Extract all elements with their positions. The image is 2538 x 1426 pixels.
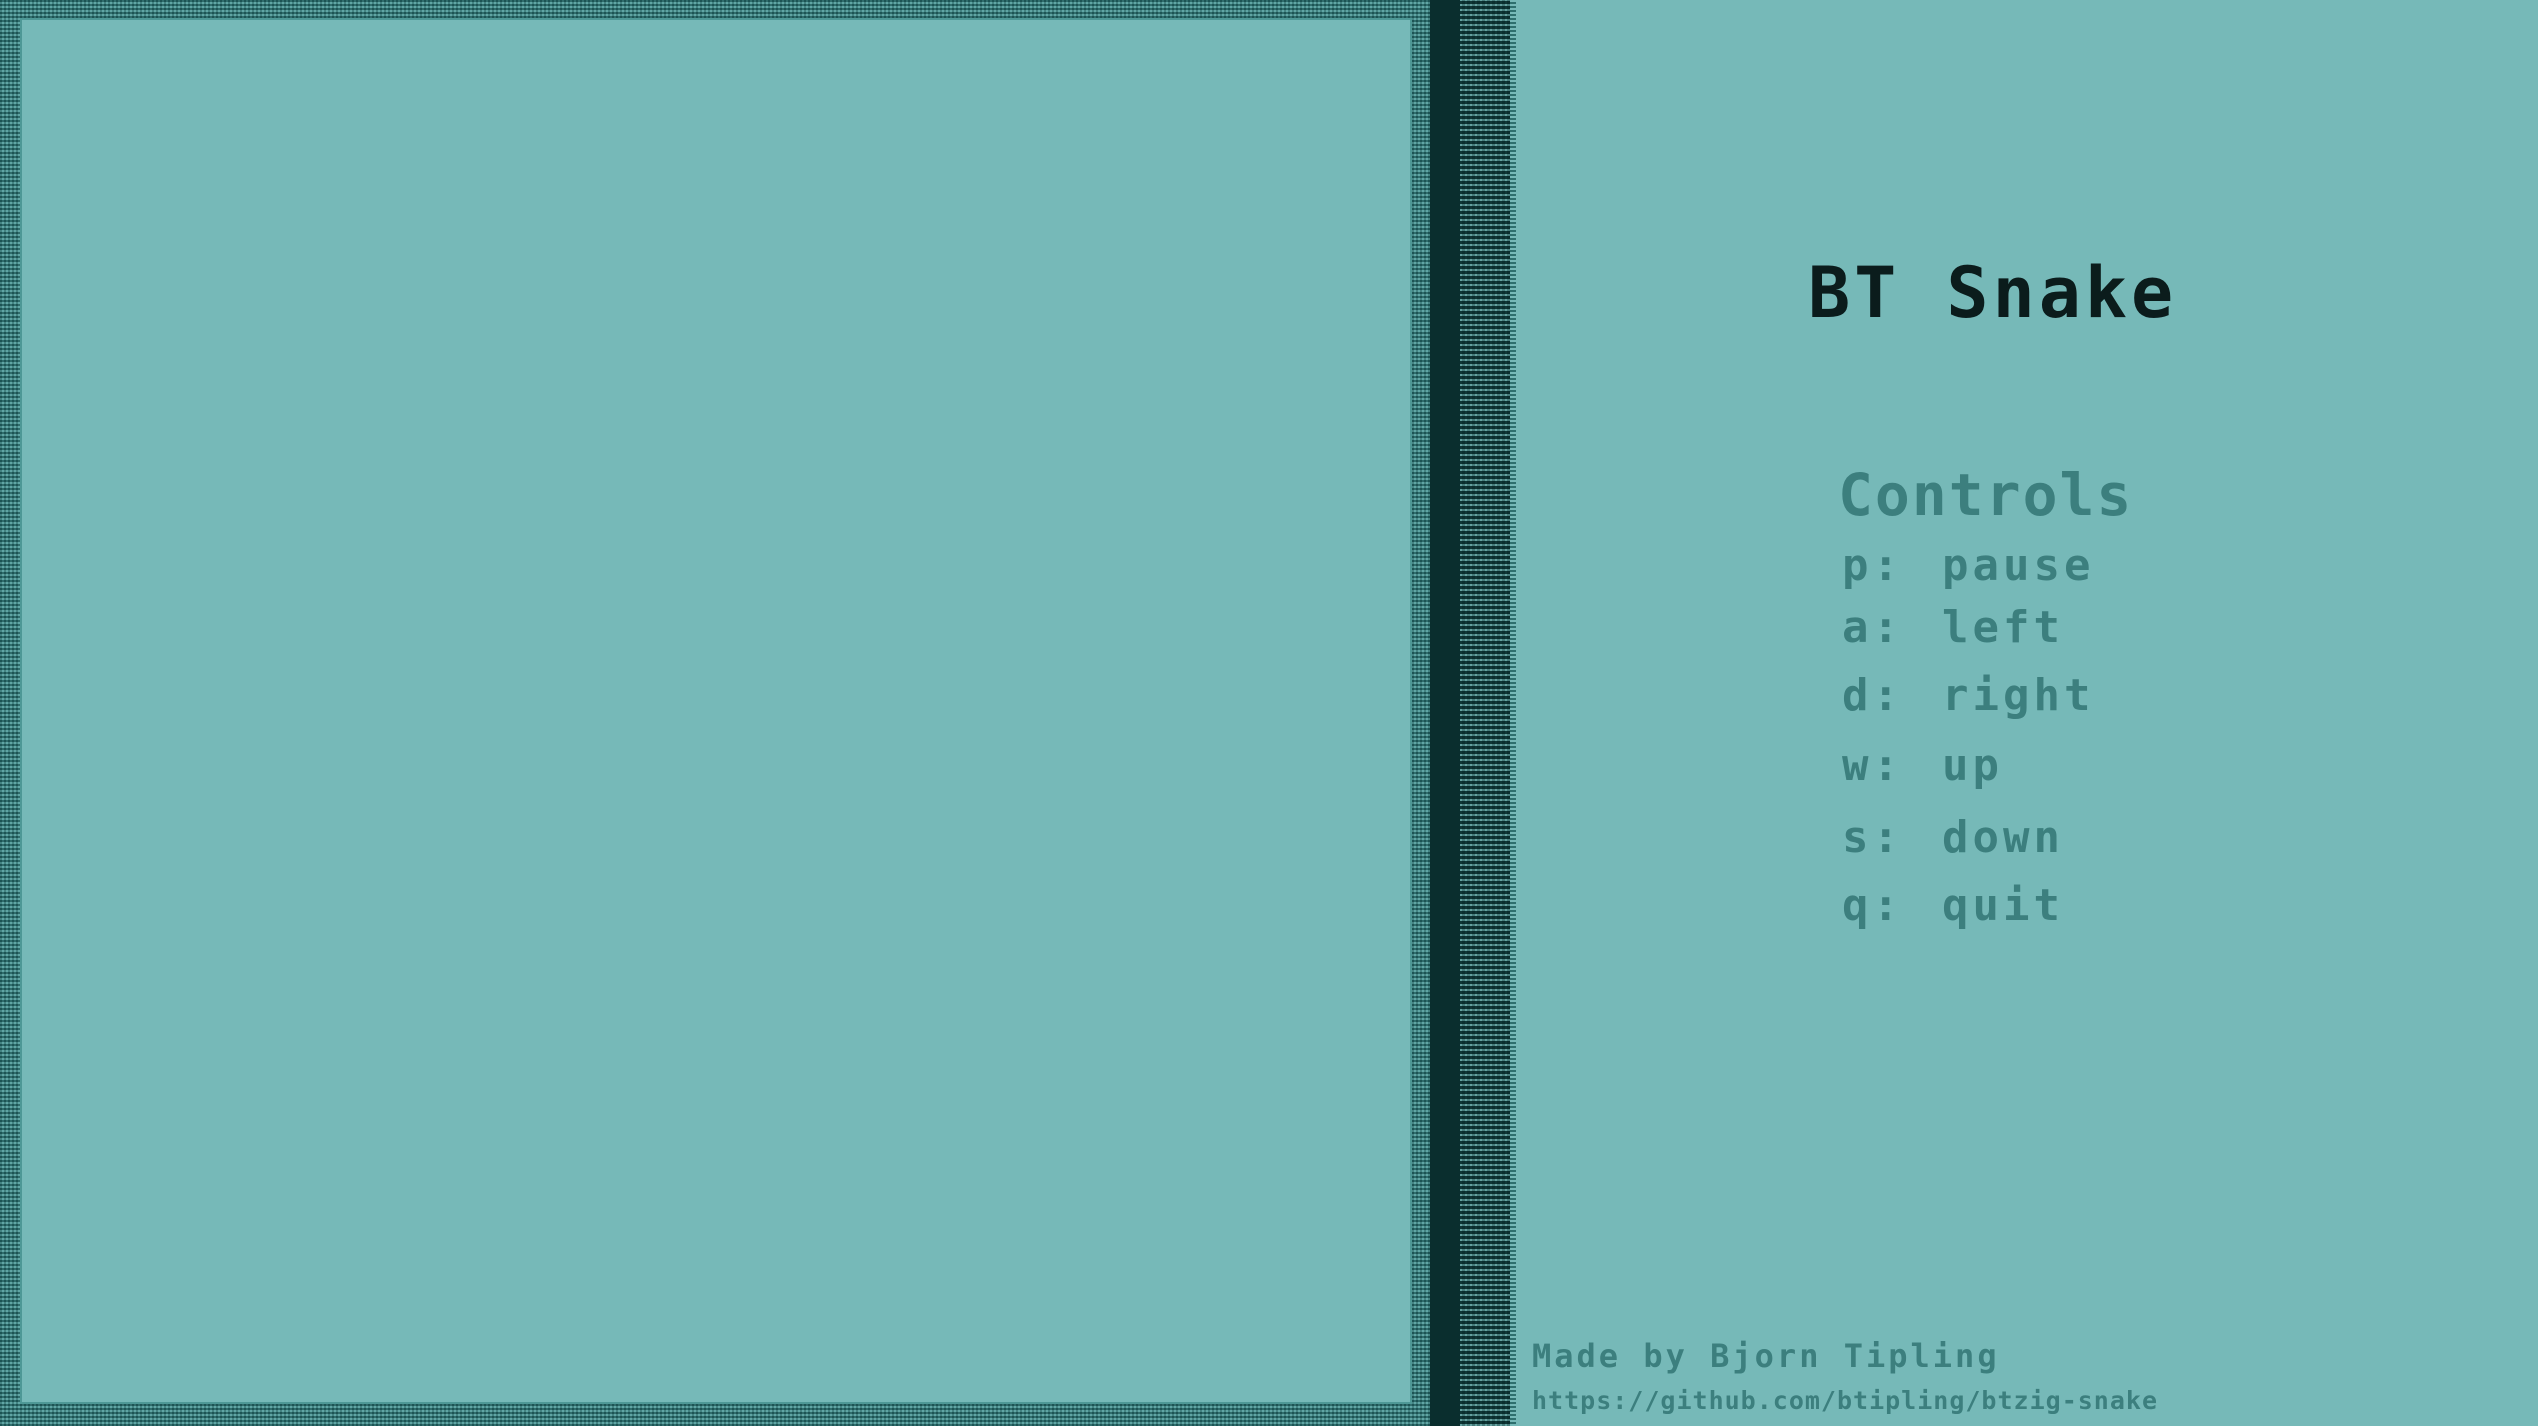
- control-action: quit: [1942, 880, 2064, 931]
- game-window: BT Snake Controls p: pause a: left d: right…: [0, 0, 2538, 1426]
- control-key: w:: [1842, 740, 1903, 791]
- control-row-down: s: down: [1842, 816, 2064, 860]
- control-row-quit: q: quit: [1842, 884, 2064, 928]
- control-action: down: [1942, 812, 2064, 863]
- control-key: p:: [1842, 540, 1903, 591]
- controls-heading: Controls: [1838, 461, 2134, 529]
- control-key: a:: [1842, 602, 1903, 653]
- divider-dark-strip: [1430, 0, 1460, 1426]
- control-action: left: [1942, 602, 2064, 653]
- control-key: s:: [1842, 812, 1903, 863]
- control-action: pause: [1942, 540, 2095, 591]
- control-action: right: [1942, 670, 2095, 721]
- game-board[interactable]: [22, 20, 1410, 1402]
- credit-url-link[interactable]: https://github.com/btipling/btzig-snake: [1532, 1388, 2158, 1413]
- side-panel: BT Snake Controls p: pause a: left d: right…: [1516, 0, 2538, 1426]
- control-key: q:: [1842, 880, 1903, 931]
- control-row-up: w: up: [1842, 744, 2003, 788]
- control-action: up: [1942, 740, 2003, 791]
- control-row-right: d: right: [1842, 674, 2094, 718]
- credit-author: Made by Bjorn Tipling: [1532, 1337, 2000, 1375]
- control-row-pause: p: pause: [1842, 544, 2094, 588]
- panel-divider: [1430, 0, 1516, 1426]
- game-area-border: [0, 0, 1430, 1426]
- control-row-left: a: left: [1842, 606, 2064, 650]
- divider-texture-strip: [1460, 0, 1510, 1426]
- control-key: d:: [1842, 670, 1903, 721]
- game-title: BT Snake: [1808, 252, 2178, 334]
